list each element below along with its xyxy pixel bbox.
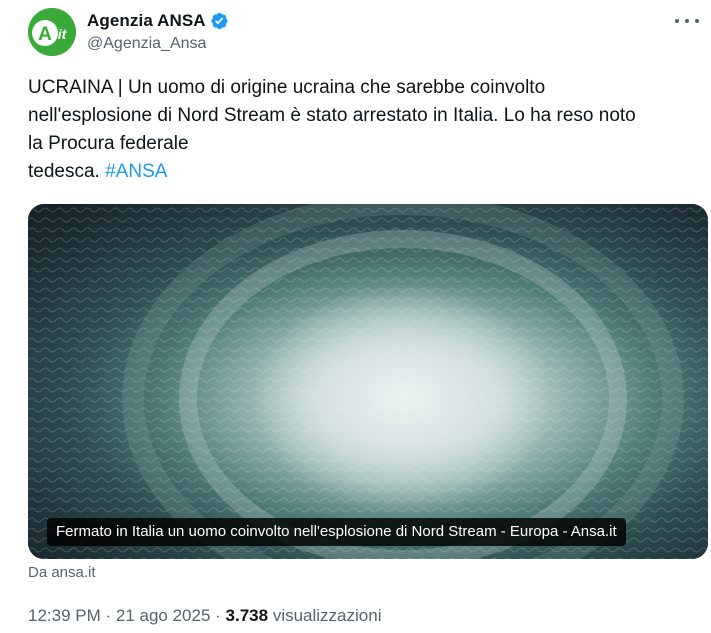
tweet-meta: 12:39 PM · 21 ago 2025 · 3.738 visualizz… xyxy=(28,606,381,626)
card-source[interactable]: Da ansa.it xyxy=(28,564,96,581)
tweet-date[interactable]: 21 ago 2025 xyxy=(116,606,211,625)
tweet-text-line: tedesca. xyxy=(28,161,106,182)
hashtag-link[interactable]: #ANSA xyxy=(105,161,167,182)
card-caption[interactable]: Fermato in Italia un uomo coinvolto nell… xyxy=(47,518,626,546)
author-info: Agenzia ANSA @Agenzia_Ansa xyxy=(87,10,229,53)
svg-text:A: A xyxy=(38,24,52,45)
views-count[interactable]: 3.738 xyxy=(226,606,269,625)
tweet-text-line: la Procura federale xyxy=(28,133,189,154)
ansa-logo: A it xyxy=(28,8,76,56)
tweet-text-last-line: tedesca. #ANSA xyxy=(28,158,708,186)
tweet: A it Agenzia ANSA @Agenzia_Ansa UCRAINA … xyxy=(0,0,711,633)
tweet-text: UCRAINA | Un uomo di origine ucraina che… xyxy=(28,74,708,186)
user-handle[interactable]: @Agenzia_Ansa xyxy=(87,35,229,53)
tweet-time[interactable]: 12:39 PM xyxy=(28,606,101,625)
svg-text:it: it xyxy=(58,26,68,42)
display-name-row: Agenzia ANSA xyxy=(87,10,229,32)
avatar[interactable]: A it xyxy=(28,8,76,56)
display-name[interactable]: Agenzia ANSA xyxy=(87,11,206,31)
meta-separator: · xyxy=(100,606,116,625)
meta-separator: · xyxy=(210,606,226,625)
card-image xyxy=(28,204,708,559)
more-options-icon[interactable] xyxy=(675,14,699,28)
views-label: visualizzazioni xyxy=(272,606,382,625)
tweet-text-line: nell'esplosione di Nord Stream è stato a… xyxy=(28,105,636,126)
link-card[interactable] xyxy=(28,204,708,559)
verified-badge-icon[interactable] xyxy=(209,11,229,31)
tweet-text-line: UCRAINA | Un uomo di origine ucraina che… xyxy=(28,77,546,98)
